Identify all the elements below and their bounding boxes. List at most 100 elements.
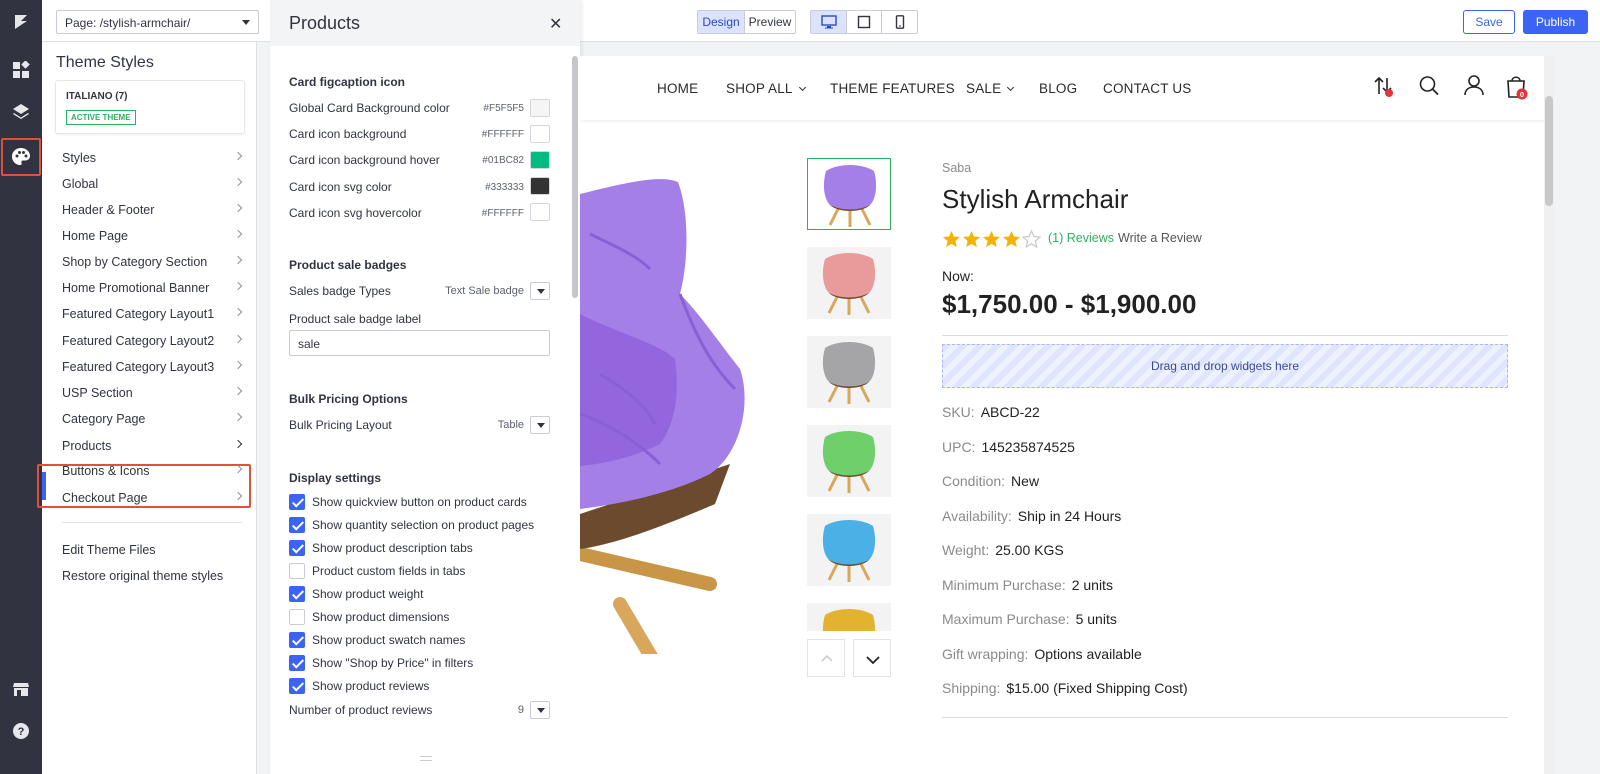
checkbox-description-tabs[interactable] xyxy=(289,540,305,556)
checkbox-custom-fields-tabs[interactable] xyxy=(289,563,305,579)
nav-item-products[interactable]: Products xyxy=(62,433,245,459)
nav-item-home-page[interactable]: Home Page xyxy=(62,223,245,249)
thumbnail-grey[interactable] xyxy=(807,336,891,408)
bulk-pricing-layout-label: Bulk Pricing Layout xyxy=(289,418,392,432)
nav-item-featured-layout2[interactable]: Featured Category Layout2 xyxy=(62,328,245,354)
nav-item-styles[interactable]: Styles xyxy=(62,145,245,171)
nav-item-global[interactable]: Global xyxy=(62,171,245,197)
resize-handle-icon[interactable] xyxy=(420,756,432,761)
nav-item-checkout-page[interactable]: Checkout Page xyxy=(62,485,245,511)
tablet-view-button[interactable] xyxy=(847,11,882,33)
reviews-count-select[interactable] xyxy=(530,701,550,719)
preview-scrollbar[interactable] xyxy=(1544,56,1554,774)
color-swatch[interactable] xyxy=(530,151,550,169)
thumbnail-yellow[interactable] xyxy=(807,603,891,631)
preview-mode-button[interactable]: Preview xyxy=(745,11,795,33)
spec-value: 145235874525 xyxy=(981,439,1075,455)
star-filled-icon xyxy=(942,230,961,248)
star-filled-icon xyxy=(1002,230,1021,248)
spec-weight: Weight: 25.00 KGS xyxy=(942,542,1064,558)
restore-theme-styles-link[interactable]: Restore original theme styles xyxy=(62,563,245,589)
color-hex: #333333 xyxy=(485,182,524,193)
checkbox-quantity-selection[interactable] xyxy=(289,517,305,533)
bigcommerce-logo-icon[interactable] xyxy=(0,4,42,40)
checkbox-label: Show product dimensions xyxy=(312,610,450,624)
chevron-right-icon xyxy=(233,151,243,161)
color-swatch[interactable] xyxy=(530,99,550,117)
chevron-right-icon xyxy=(233,255,243,265)
nav-item-header-footer[interactable]: Header & Footer xyxy=(62,197,245,223)
desktop-view-button[interactable] xyxy=(811,11,847,33)
edit-theme-files-link[interactable]: Edit Theme Files xyxy=(62,537,245,563)
rating-stars xyxy=(942,230,1041,248)
color-swatch[interactable] xyxy=(530,203,550,221)
active-theme-badge: ACTIVE THEME xyxy=(66,110,136,125)
link-label: Restore original theme styles xyxy=(62,569,224,583)
checkbox-product-dimensions[interactable] xyxy=(289,609,305,625)
product-main-image[interactable] xyxy=(580,174,750,654)
spec-availability: Availability: Ship in 24 Hours xyxy=(942,508,1121,524)
panel-scrollbar[interactable] xyxy=(572,56,578,298)
page-select-value: Page: /stylish-armchair/ xyxy=(65,16,191,30)
nav-item-label: Featured Category Layout3 xyxy=(62,360,215,374)
panel-title: Products xyxy=(289,13,361,33)
nav-item-category-page[interactable]: Category Page xyxy=(62,406,245,432)
preview-scrollbar-thumb[interactable] xyxy=(1545,96,1553,206)
page-select[interactable]: Page: /stylish-armchair/ xyxy=(56,10,259,34)
thumbnails-up-button[interactable] xyxy=(807,639,845,677)
section-title-bulk-pricing: Bulk Pricing Options xyxy=(289,392,408,406)
layers-icon[interactable] xyxy=(0,94,42,130)
checkbox-quickview[interactable] xyxy=(289,494,305,510)
nav-item-label: Checkout Page xyxy=(62,491,148,505)
checkbox-swatch-names[interactable] xyxy=(289,632,305,648)
nav-item-home-promo-banner[interactable]: Home Promotional Banner xyxy=(62,275,245,301)
store-navigation: HOME SHOP ALL THEME FEATURES SALE BLOG C… xyxy=(580,56,1554,120)
storefront-icon[interactable] xyxy=(0,671,42,707)
mobile-view-button[interactable] xyxy=(882,11,917,33)
close-icon[interactable]: ✕ xyxy=(549,14,562,34)
chevron-right-icon xyxy=(233,177,243,187)
thumbnails-down-button[interactable] xyxy=(853,639,891,677)
account-icon[interactable] xyxy=(1463,74,1485,103)
sales-badge-types-select[interactable] xyxy=(530,282,550,300)
store-nav-contact-us[interactable]: CONTACT US xyxy=(1103,81,1192,96)
store-nav-shop-all[interactable]: SHOP ALL xyxy=(726,81,806,96)
nav-item-featured-layout1[interactable]: Featured Category Layout1 xyxy=(62,301,245,327)
checkbox-product-weight[interactable] xyxy=(289,586,305,602)
spec-shipping: Shipping: $15.00 (Fixed Shipping Cost) xyxy=(942,680,1188,696)
color-hex: #F5F5F5 xyxy=(483,103,524,114)
color-swatch[interactable] xyxy=(530,125,550,143)
thumbnail-green[interactable] xyxy=(807,425,891,497)
widgets-icon[interactable] xyxy=(0,52,42,88)
nav-item-usp-section[interactable]: USP Section xyxy=(62,380,245,406)
bulk-pricing-layout-select[interactable] xyxy=(530,416,550,434)
thumbnail-pink[interactable] xyxy=(807,247,891,319)
store-nav-sale[interactable]: SALE xyxy=(966,81,1015,96)
nav-item-buttons-icons[interactable]: Buttons & Icons xyxy=(62,458,245,484)
reviews-link[interactable]: (1) Reviews xyxy=(1048,231,1114,245)
nav-item-label: Featured Category Layout2 xyxy=(62,334,215,348)
design-mode-button[interactable]: Design xyxy=(698,11,745,33)
compare-icon[interactable] xyxy=(1373,74,1397,105)
save-button[interactable]: Save xyxy=(1463,10,1515,34)
help-icon[interactable]: ? xyxy=(0,713,42,749)
checkbox-product-reviews[interactable] xyxy=(289,678,305,694)
cart-icon[interactable]: 0 xyxy=(1505,73,1529,106)
chevron-right-icon xyxy=(233,281,243,291)
store-nav-home[interactable]: HOME xyxy=(657,81,698,96)
publish-button[interactable]: Publish xyxy=(1523,10,1588,34)
color-swatch[interactable] xyxy=(530,177,550,195)
nav-item-shop-by-category[interactable]: Shop by Category Section xyxy=(62,249,245,275)
store-nav-theme-features[interactable]: THEME FEATURES xyxy=(830,81,955,96)
search-icon[interactable] xyxy=(1418,74,1440,103)
product-brand[interactable]: Saba xyxy=(942,161,971,175)
thumbnail-purple[interactable] xyxy=(807,158,891,230)
write-review-link[interactable]: Write a Review xyxy=(1118,231,1202,245)
widget-dropzone[interactable]: Drag and drop widgets here xyxy=(942,344,1508,388)
star-filled-icon xyxy=(962,230,981,248)
checkbox-shop-by-price[interactable] xyxy=(289,655,305,671)
store-nav-blog[interactable]: BLOG xyxy=(1039,81,1077,96)
thumbnail-blue[interactable] xyxy=(807,514,891,586)
nav-item-featured-layout3[interactable]: Featured Category Layout3 xyxy=(62,354,245,380)
sale-badge-label-input[interactable]: sale xyxy=(289,330,550,356)
